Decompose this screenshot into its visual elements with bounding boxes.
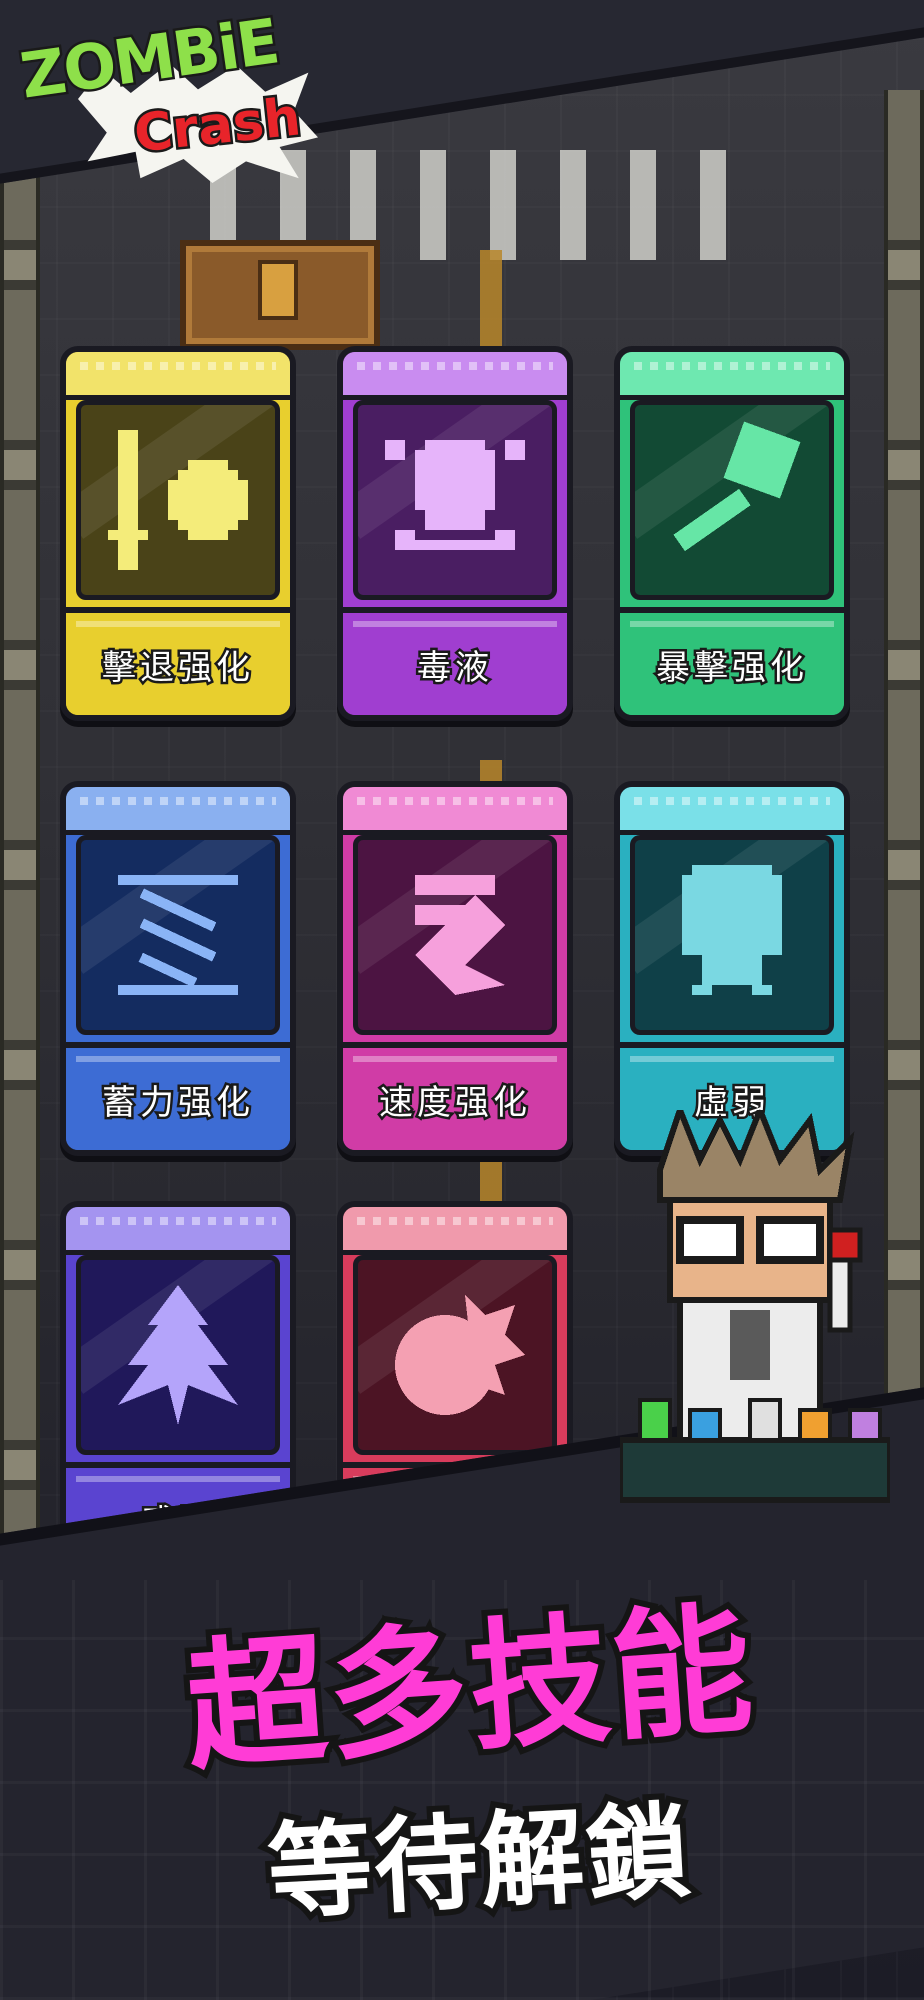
- skill-label: 毒液: [343, 607, 567, 715]
- card-icon-frame: [353, 1255, 557, 1455]
- skill-card-speed[interactable]: 速度强化: [337, 781, 573, 1156]
- weak-skull-icon: [682, 865, 782, 995]
- skill-label: 暴擊强化: [620, 607, 844, 715]
- right-rail: [884, 90, 924, 1540]
- left-rail: [0, 90, 40, 1540]
- card-icon-frame: [76, 1255, 280, 1455]
- skull-crossbones-icon: [385, 440, 525, 550]
- card-icon-frame: [630, 835, 834, 1035]
- headline-text: 超多技能: [175, 1582, 765, 1796]
- speed-boot-icon: [415, 875, 505, 995]
- skill-label: 速度强化: [343, 1042, 567, 1150]
- card-rim: [66, 787, 290, 835]
- skill-label: 蓄力强化: [66, 1042, 290, 1150]
- card-rim: [343, 1207, 567, 1255]
- charge-slash-icon: [118, 875, 238, 995]
- mine-cart: [180, 240, 380, 350]
- card-icon-frame: [630, 400, 834, 600]
- card-rim: [620, 787, 844, 835]
- card-rim: [66, 352, 290, 400]
- sword-coin-icon: [108, 430, 248, 570]
- card-rim: [620, 352, 844, 400]
- skill-card-crit[interactable]: 暴擊强化: [614, 346, 850, 721]
- card-rim: [66, 1207, 290, 1255]
- scientist-character: [620, 1110, 890, 1503]
- skill-card-charge[interactable]: 蓄力强化: [60, 781, 296, 1156]
- hammer-icon: [673, 421, 801, 552]
- skill-card-knockback[interactable]: 擊退强化: [60, 346, 296, 721]
- skill-card-weak[interactable]: 虛弱: [614, 781, 850, 1156]
- card-icon-frame: [353, 400, 557, 600]
- card-icon-frame: [353, 835, 557, 1035]
- skill-card-poison[interactable]: 毒液: [337, 346, 573, 721]
- game-logo: ZOMBiE Crash: [8, 2, 318, 198]
- skill-label: 擊退强化: [66, 607, 290, 715]
- card-rim: [343, 787, 567, 835]
- airdrop-icon: [395, 1295, 525, 1415]
- lightning-icon: [118, 1285, 238, 1425]
- subline-text: 等待解鎖: [259, 1784, 701, 1940]
- card-rim: [343, 352, 567, 400]
- card-icon-frame: [76, 835, 280, 1035]
- card-icon-frame: [76, 400, 280, 600]
